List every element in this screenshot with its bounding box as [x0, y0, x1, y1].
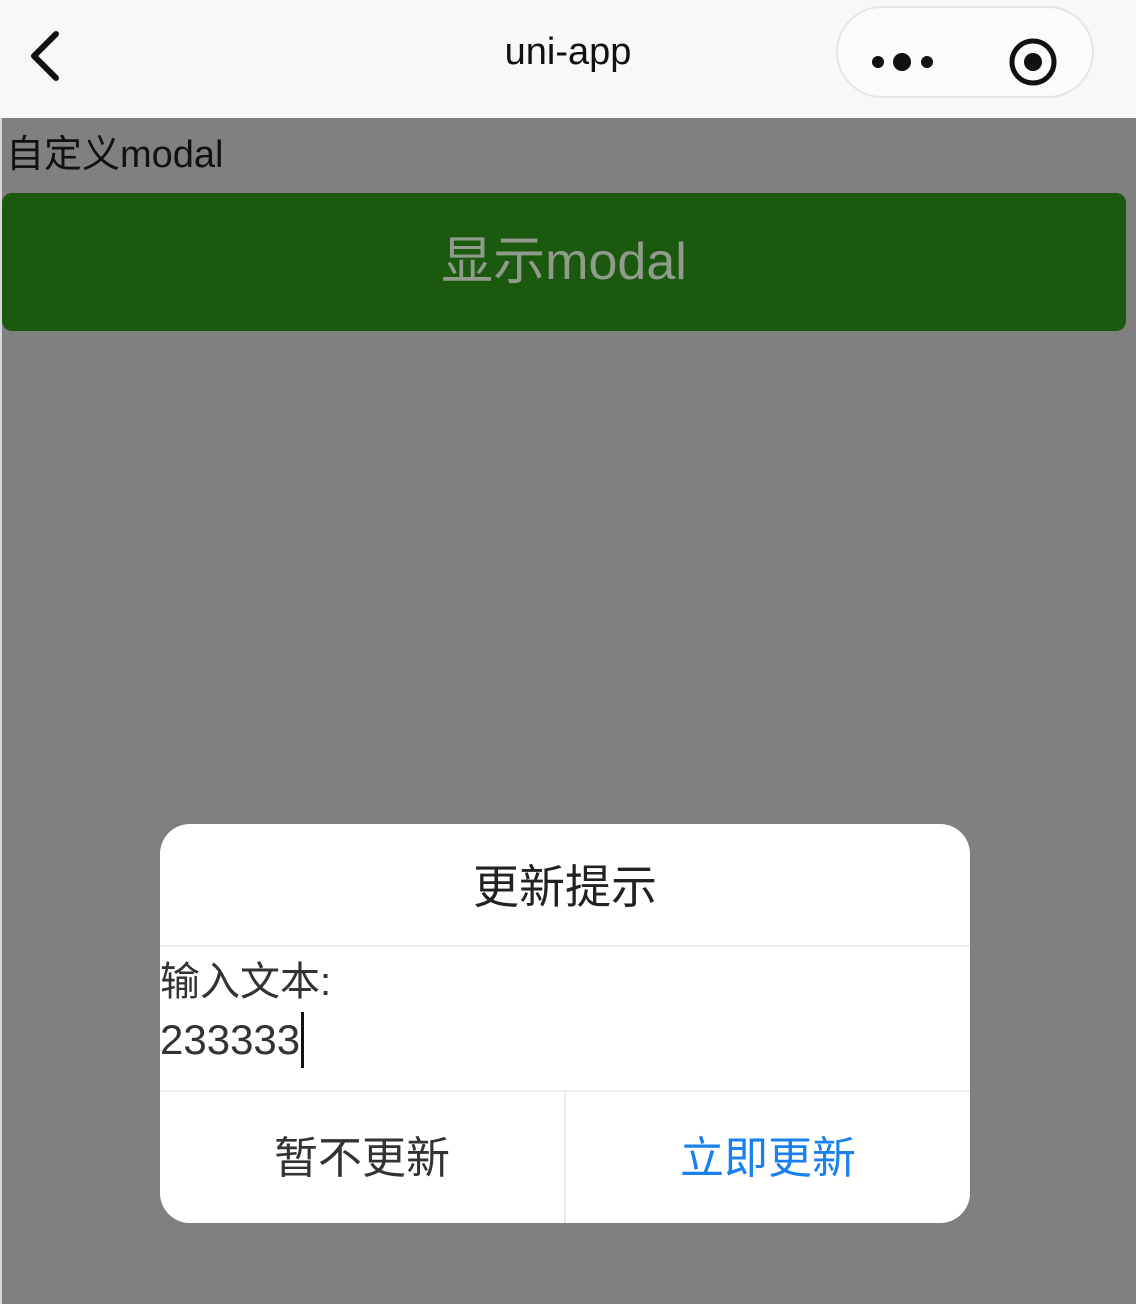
capsule-divider [966, 32, 968, 76]
section-label: 自定义modal [6, 134, 224, 176]
update-modal: 更新提示 输入文本: 233333 暂不更新 立即更新 [160, 824, 970, 1223]
close-miniprogram-button[interactable] [988, 16, 1078, 88]
modal-title: 更新提示 [473, 861, 657, 913]
text-caret [301, 1012, 305, 1068]
menu-capsule [836, 6, 1094, 98]
more-button[interactable] [850, 16, 960, 88]
chevron-left-icon [31, 31, 59, 81]
input-label: 输入文本: [160, 960, 332, 1004]
back-button[interactable] [14, 20, 78, 92]
modal-divider [160, 945, 970, 947]
confirm-button[interactable]: 立即更新 [566, 1092, 970, 1223]
text-input[interactable]: 233333 [160, 1012, 920, 1068]
show-modal-button[interactable]: 显示modal [2, 193, 1126, 331]
input-value: 233333 [160, 1016, 301, 1063]
cancel-button[interactable]: 暂不更新 [160, 1092, 564, 1223]
app-screen: uni-app 自定义modal 显示modal 更新提示 输入文本: 2333… [0, 0, 1136, 1304]
navigation-bar: uni-app [0, 0, 1136, 118]
target-close-icon [1009, 38, 1057, 86]
more-dots-icon [872, 53, 933, 71]
